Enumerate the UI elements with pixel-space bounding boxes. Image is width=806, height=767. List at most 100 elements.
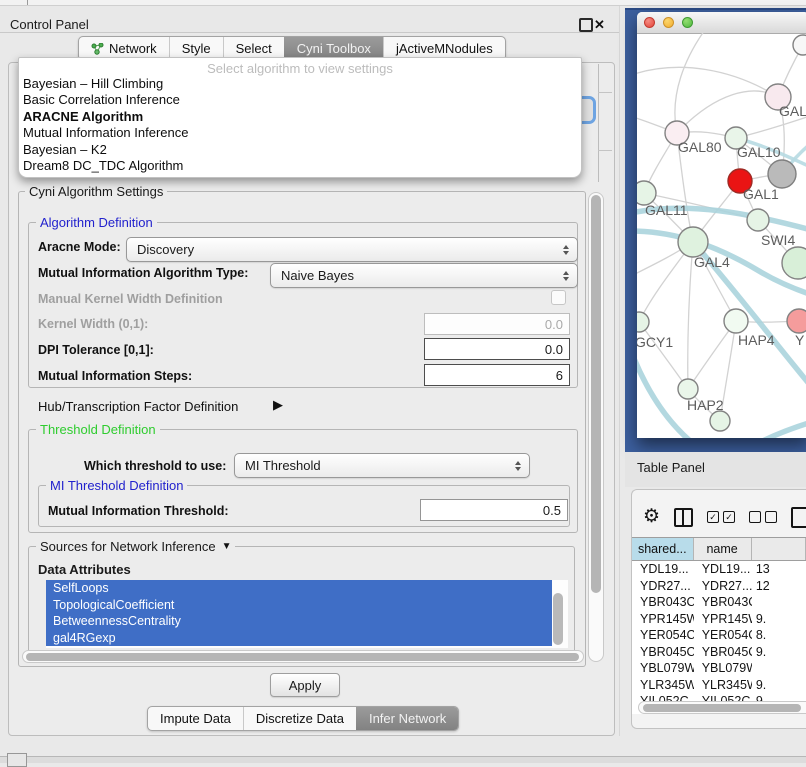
unchecked-checkbox-icon [749,511,761,523]
network-node-y[interactable] [787,309,806,333]
table-horizontal-scrollbar[interactable] [638,701,806,714]
mi-steps-field[interactable]: 6 [424,364,570,386]
cell: YDR27... [694,578,752,595]
tab-discretize-data[interactable]: Discretize Data [243,707,356,730]
data-attributes-list[interactable]: SelfLoopsTopologicalCoefficientBetweenne… [46,580,568,648]
cell: YBR045C [694,644,752,661]
table-row-ydr27[interactable]: YDR27...YDR27...12 [632,578,806,595]
manual-kernel-width-checkbox[interactable] [551,290,566,305]
network-window: GALGAL80GAL10GAL1GAL11SWI4GAL4GCY1HAP4YH… [637,12,806,438]
table-header-row: shared...name [632,538,806,561]
algorithm-placeholder: Select algorithm to view settings [19,61,581,76]
algorithm-option-aracne-algorithm[interactable]: ARACNE Algorithm [19,109,581,125]
tab-impute-data[interactable]: Impute Data [148,707,243,730]
cell: YBR043C [632,594,694,611]
network-node[interactable] [793,35,806,55]
column-header-name[interactable]: name [694,538,752,560]
attribute-item-gal4rgexp[interactable]: gal4RGexp [46,630,552,647]
network-node[interactable] [710,411,730,431]
tab-infer-network[interactable]: Infer Network [356,707,458,730]
node-label: GAL80 [678,139,722,155]
scrollbar-thumb[interactable] [643,704,801,712]
expand-arrow-icon[interactable]: ▶ [273,397,283,413]
sources-group-title[interactable]: Sources for Network Inference ▼ [36,539,235,554]
network-window-titlebar[interactable] [637,12,806,34]
threshold-definition-title: Threshold Definition [36,422,160,437]
network-edge [755,421,806,438]
cell: YDL19... [632,561,694,578]
kernel-width-field[interactable]: 0.0 [424,313,570,335]
algorithm-option-bayesian-k2[interactable]: Bayesian – K2 [19,142,581,158]
column-header-shared[interactable]: shared... [632,538,694,560]
table-row-ydl19[interactable]: YDL19...YDL19...13 [632,561,806,578]
deselect-checkboxes-icon[interactable] [749,511,777,523]
aracne-mode-label: Aracne Mode: [38,240,121,254]
attribute-item-topologicalcoefficient[interactable]: TopologicalCoefficient [46,597,552,614]
list-scrollbar-thumb[interactable] [553,593,563,645]
table-row-ybl079w[interactable]: YBL079WYBL079W [632,660,806,677]
close-traffic-light-icon[interactable] [644,17,655,28]
cell: 9. [752,644,806,661]
select-all-checkboxes-icon[interactable]: ✓✓ [707,511,735,523]
cell [752,660,806,677]
network-canvas[interactable]: GALGAL80GAL10GAL1GAL11SWI4GAL4GCY1HAP4YH… [637,33,806,438]
attribute-item-betweennesscentrality[interactable]: BetweennessCentrality [46,613,552,630]
mi-algorithm-type-combo[interactable]: Naive Bayes [270,263,578,288]
hidden-panel-border [598,150,612,151]
network-node-hap4[interactable] [724,309,748,333]
scrollbar-thumb[interactable] [26,653,579,661]
table-row-ypr145w[interactable]: YPR145WYPR145W9. [632,611,806,628]
apply-button[interactable]: Apply [270,673,340,697]
zoom-traffic-light-icon[interactable] [682,17,693,28]
network-node-swi4[interactable] [747,209,769,231]
node-label: GAL4 [694,254,730,270]
settings-vertical-scrollbar[interactable] [588,192,604,662]
mi-threshold-field[interactable]: 0.5 [420,499,568,521]
algorithm-option-basic-correlation-inference[interactable]: Basic Correlation Inference [19,92,581,108]
control-panel-title: Control Panel [10,12,89,38]
scrollbar-thumb[interactable] [591,195,601,593]
checked-checkbox-icon: ✓ [707,511,719,523]
network-node[interactable] [782,247,806,279]
algorithm-option-bayesian-hill-climbing[interactable]: Bayesian – Hill Climbing [19,76,581,92]
tab-label: Impute Data [160,711,231,726]
minimized-panel-icon[interactable] [7,753,27,767]
hub-transcription-factor-label[interactable]: Hub/Transcription Factor Definition [38,399,238,414]
network-node[interactable] [768,160,796,188]
attribute-item-selfloops[interactable]: SelfLoops [46,580,552,597]
aracne-mode-combo[interactable]: Discovery [126,237,578,262]
settings-horizontal-scrollbar[interactable] [22,650,584,663]
cell: 8. [752,627,806,644]
dpi-tolerance-field[interactable]: 0.0 [424,338,570,360]
cell: YER054C [632,627,694,644]
which-threshold-combo[interactable]: MI Threshold [234,453,530,478]
network-node-gal4[interactable] [678,227,708,257]
cell: 12 [752,578,806,595]
cell: YBR043C [694,594,752,611]
split-columns-icon[interactable] [674,508,693,527]
column-header-hidden[interactable] [752,538,806,560]
algorithm-option-dream8-dc-tdc-algorithm[interactable]: Dream8 DC_TDC Algorithm [19,158,581,174]
manual-kernel-width-label: Manual Kernel Width Definition [38,292,223,306]
settings-gear-icon[interactable]: ⚙ [643,504,660,530]
tab-label: Discretize Data [256,711,344,726]
algorithm-option-mutual-information-inference[interactable]: Mutual Information Inference [19,125,581,141]
minimize-traffic-light-icon[interactable] [663,17,674,28]
table-row-ylr345w[interactable]: YLR345WYLR345W9. [632,677,806,694]
network-node-hap2[interactable] [678,379,698,399]
collapse-arrow-icon: ▼ [222,541,232,552]
which-threshold-label: Which threshold to use: [84,459,226,473]
table-row-ybr043c[interactable]: YBR043CYBR043C [632,594,806,611]
network-node-gcy1[interactable] [637,312,649,332]
tab-label: Select [236,41,272,56]
algorithm-definition-title: Algorithm Definition [36,215,157,230]
table-row-ybr045c[interactable]: YBR045CYBR045C9. [632,644,806,661]
table-row-yer054c[interactable]: YER054CYER054C8. [632,627,806,644]
mi-threshold-label: Mutual Information Threshold: [48,504,229,518]
export-table-icon[interactable] [791,507,806,528]
float-panel-icon[interactable] [579,18,593,32]
close-panel-icon[interactable]: ✕ [594,12,605,38]
table-toolbar: ⚙ ✓✓ [643,503,806,531]
hidden-panel-border [598,64,599,182]
node-label: GCY1 [637,334,673,350]
